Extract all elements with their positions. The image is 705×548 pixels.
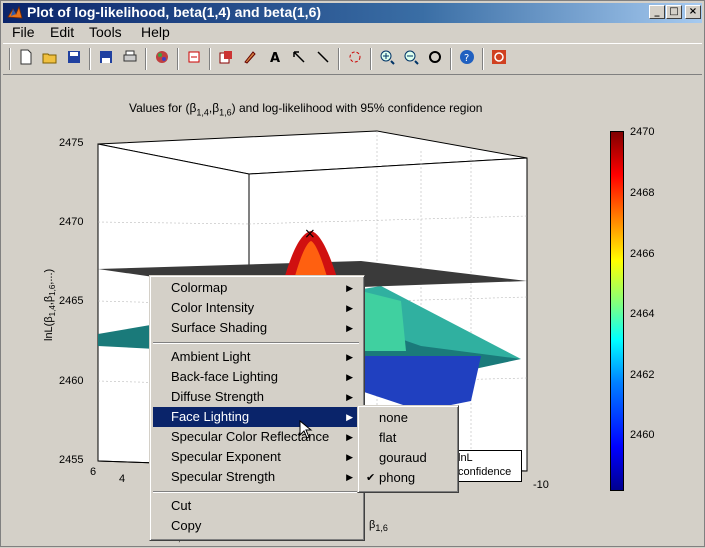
menu-separator xyxy=(153,491,359,493)
colorbar-tick: 2460 xyxy=(630,429,655,441)
x-tick-label: -10 xyxy=(533,479,549,491)
colorbar-tick: 2470 xyxy=(630,126,655,138)
z-axis-label: lnL(β1,4,β1,6,...) xyxy=(43,268,58,341)
colorbar[interactable] xyxy=(610,131,624,491)
menu-item-color-intensity[interactable]: Color Intensity ▶ xyxy=(153,298,359,318)
x-tick-label: 6 xyxy=(90,466,97,478)
menu-item-copy[interactable]: Copy xyxy=(153,516,359,536)
menu-item-face-lighting[interactable]: Face Lighting ▶ xyxy=(153,407,359,427)
z-tick-label: 2455 xyxy=(59,454,84,466)
colorbar-tick: 2464 xyxy=(630,308,655,320)
colorbar-tick: 2468 xyxy=(630,187,655,199)
menu-item-diffuse-strength[interactable]: Diffuse Strength ▶ xyxy=(153,387,359,407)
context-menu: Colormap ▶ Color Intensity ▶ Surface Shadi… xyxy=(149,275,365,541)
menu-item-colormap[interactable]: Colormap ▶ xyxy=(153,278,359,298)
menu-separator xyxy=(153,342,359,344)
submenu-item-gouraud[interactable]: gouraud xyxy=(361,448,453,468)
x-tick-label: 4 xyxy=(119,473,126,485)
submenu-item-flat[interactable]: flat xyxy=(361,428,453,448)
face-lighting-submenu: none flat gouraud ✔ phong xyxy=(357,405,459,493)
plot-title: Values for (β1,4,β1,6) and log-likelihoo… xyxy=(129,101,483,118)
legend-entry: confidence xyxy=(458,466,512,478)
colorbar-tick: 2466 xyxy=(630,248,655,260)
z-tick-label: 2475 xyxy=(59,137,84,149)
menu-item-back-face-lighting[interactable]: Back-face Lighting ▶ xyxy=(153,367,359,387)
menu-item-surface-shading[interactable]: Surface Shading ▶ xyxy=(153,318,359,338)
plot-legend[interactable]: lnL confidence xyxy=(454,450,522,482)
legend-entry: lnL xyxy=(458,452,473,464)
checkmark-icon: ✔ xyxy=(366,472,376,484)
z-tick-label: 2470 xyxy=(59,216,84,228)
submenu-item-none[interactable]: none xyxy=(361,408,453,428)
colorbar-tick: 2462 xyxy=(630,369,655,381)
z-tick-label: 2465 xyxy=(59,295,84,307)
menu-item-specular-strength[interactable]: Specular Strength ▶ xyxy=(153,467,359,487)
matlab-figure-window: Plot of log-likelihood, beta(1,4) and be… xyxy=(0,0,705,547)
z-tick-label: 2460 xyxy=(59,375,84,387)
submenu-item-phong[interactable]: ✔ phong xyxy=(361,468,453,488)
peak-marker: × xyxy=(304,226,316,242)
x-axis-label: β1,6 xyxy=(369,519,388,534)
mouse-cursor-icon xyxy=(299,420,313,439)
menu-item-specular-exponent[interactable]: Specular Exponent ▶ xyxy=(153,447,359,467)
menu-item-specular-color-reflectance[interactable]: Specular Color Reflectance ▶ xyxy=(153,427,359,447)
menu-item-cut[interactable]: Cut xyxy=(153,496,359,516)
menu-item-ambient-light[interactable]: Ambient Light ▶ xyxy=(153,347,359,367)
